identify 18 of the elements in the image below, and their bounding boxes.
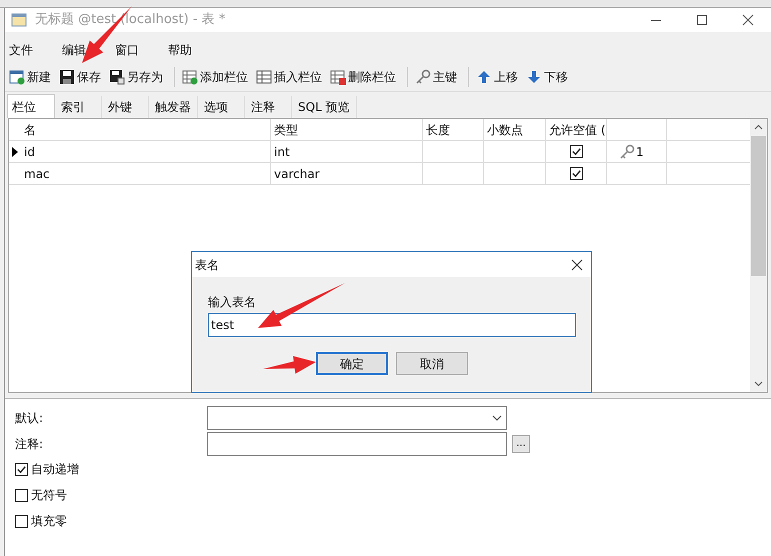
table-cell: varchar bbox=[271, 163, 423, 184]
column-header: 类型 bbox=[271, 119, 423, 140]
field-label: 注释: bbox=[15, 436, 44, 453]
window-title: 无标题 @test (localhost) - 表 * bbox=[35, 11, 226, 30]
table-cell: int bbox=[271, 141, 423, 162]
column-header: 允许空值 ( bbox=[546, 119, 607, 140]
column-header: 长度 bbox=[423, 119, 484, 140]
table-cell: id bbox=[21, 141, 271, 162]
column-header: 小数点 bbox=[484, 119, 546, 140]
checkbox-label: 自动递增 bbox=[31, 461, 79, 478]
field-label: 默认: bbox=[15, 410, 44, 427]
table-cell: mac bbox=[21, 163, 271, 184]
column-header: 名 bbox=[21, 119, 271, 140]
field-label: 输入表名 bbox=[208, 294, 257, 311]
dialog-title: 表名 bbox=[195, 256, 219, 274]
key-order: 1 bbox=[636, 144, 644, 160]
checkbox-label: 填充零 bbox=[31, 513, 67, 530]
checkbox-label: 无符号 bbox=[31, 487, 67, 504]
